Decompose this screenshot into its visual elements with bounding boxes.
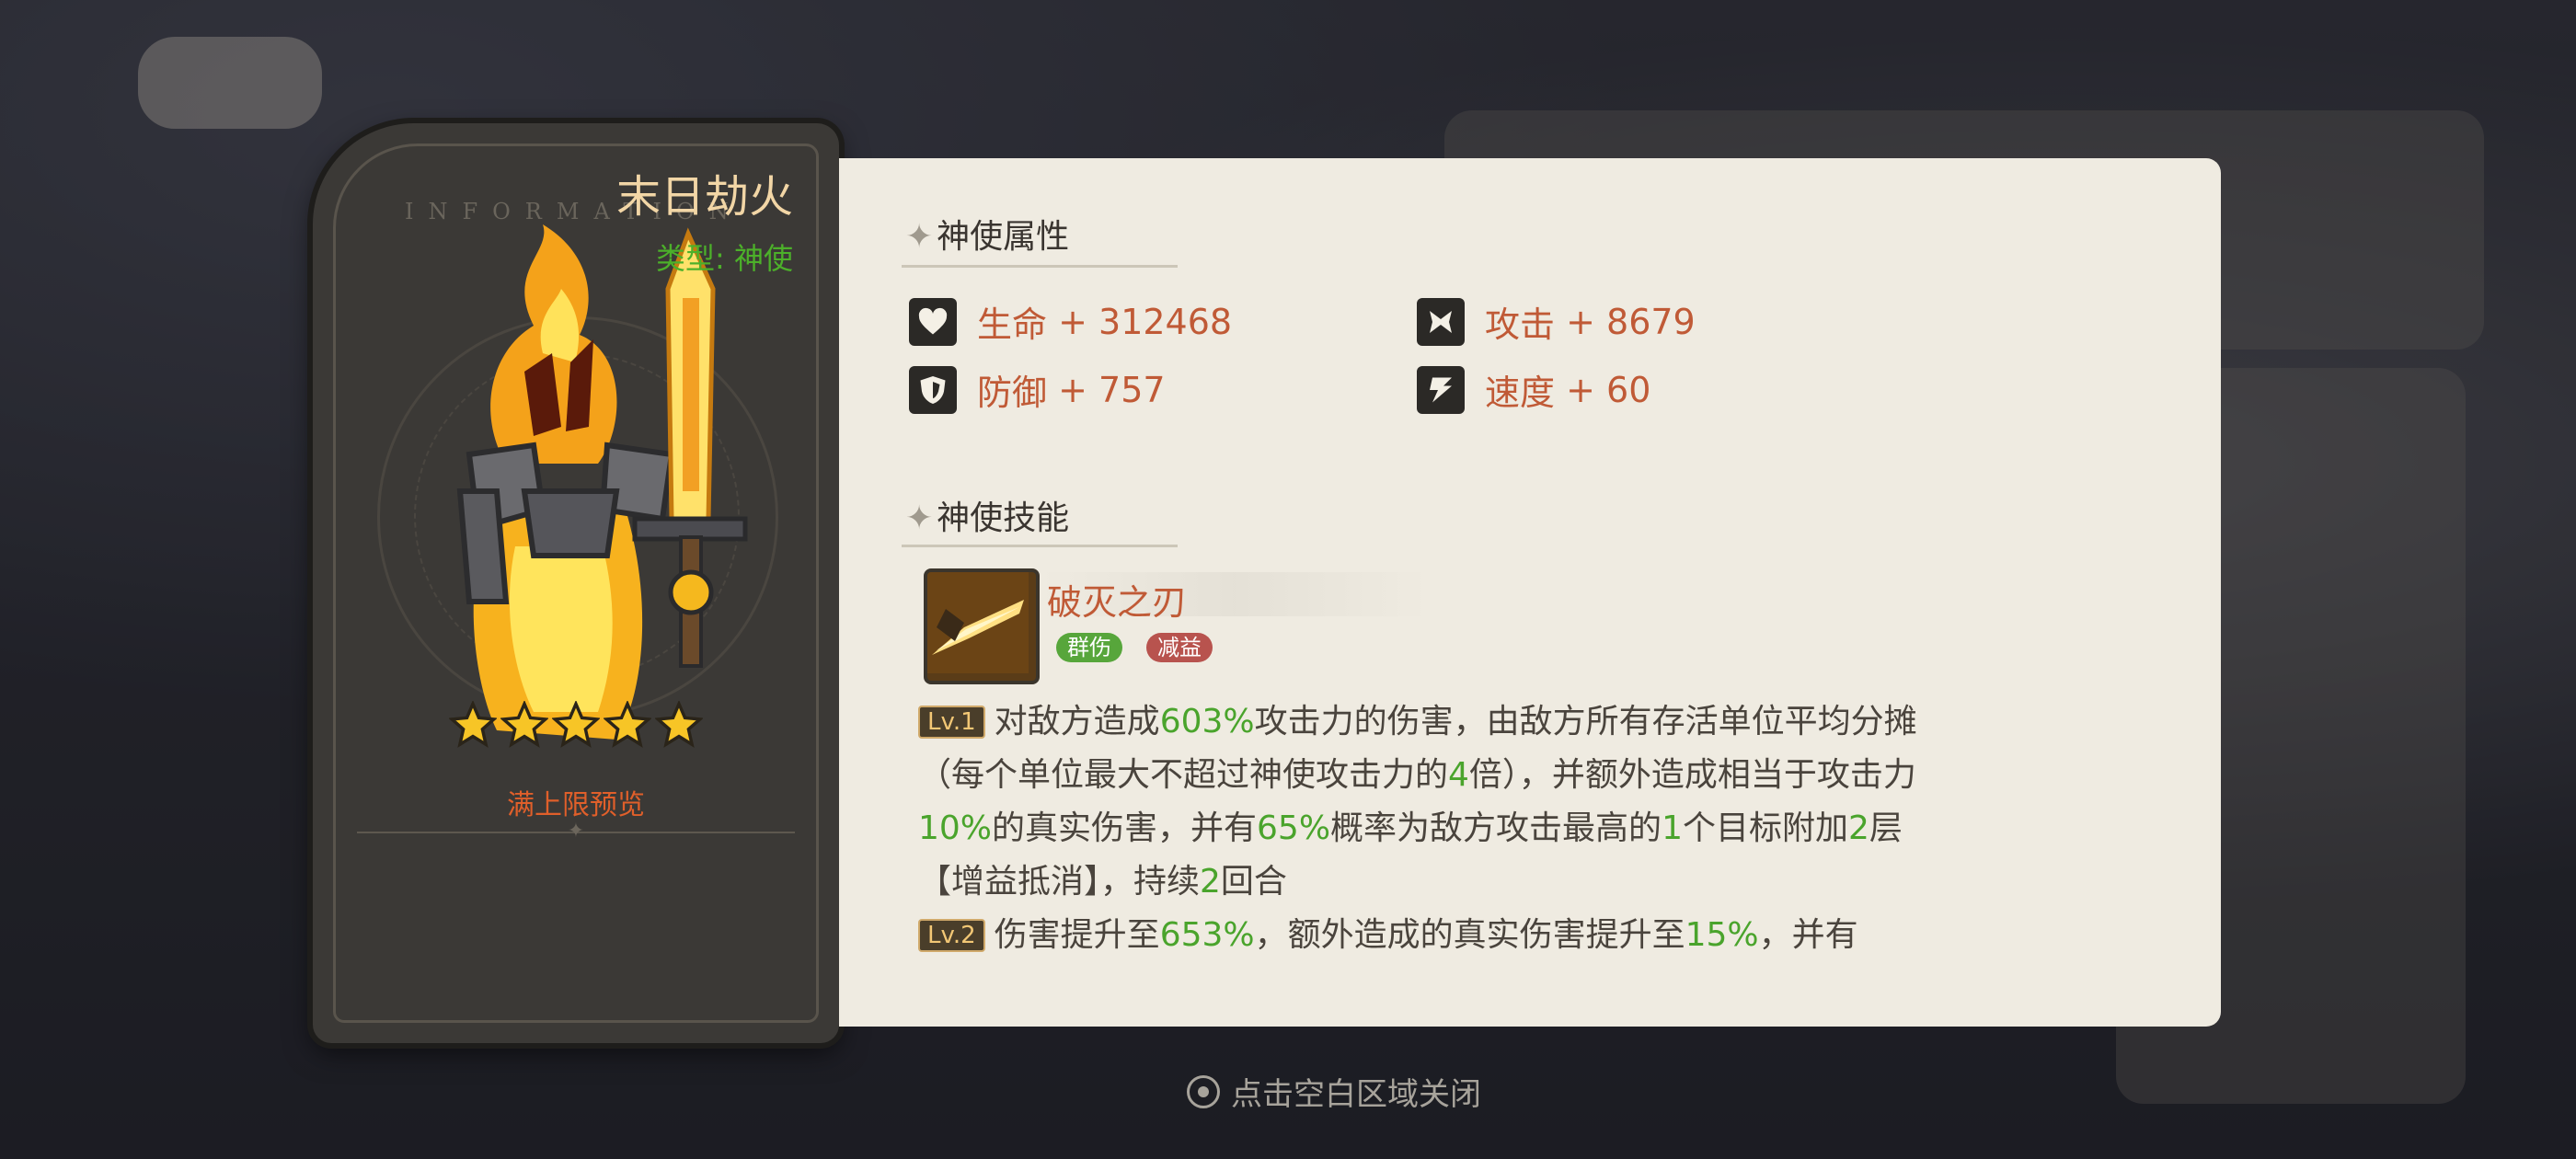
target-icon (1187, 1074, 1220, 1108)
stat-hp-value: + 312468 (1058, 301, 1233, 342)
stat-defense-value: + 757 (1058, 369, 1166, 410)
hero-name: 末日劫火 (615, 171, 793, 223)
sparkle-icon: ✦ (905, 218, 934, 256)
stat-hp-label: 生命 (977, 304, 1048, 345)
sparkle-icon: ✦ (905, 499, 934, 537)
hero-type: 类型: 神使 (656, 235, 793, 278)
star-icon (604, 701, 651, 748)
desc-value: 2 (1847, 809, 1869, 847)
desc-text: 个目标附加 (1682, 809, 1848, 847)
star-rating (449, 701, 703, 749)
desc-value: 653% (1159, 916, 1255, 954)
desc-text: 回合 (1220, 863, 1287, 901)
desc-value: 2 (1200, 863, 1221, 901)
attributes-title-underline (902, 265, 1178, 268)
skills-title-text: 神使技能 (937, 499, 1070, 537)
stat-speed-label: 速度 (1485, 373, 1556, 413)
star-icon (500, 701, 548, 748)
close-hint-text: 点击空白区域关闭 (1231, 1076, 1481, 1113)
skill-icon[interactable] (924, 568, 1040, 684)
level-badge: Lv.2 (918, 919, 985, 952)
desc-value: 4 (1448, 756, 1469, 794)
stat-speed-value: + 60 (1566, 369, 1651, 410)
desc-text: 概率为敌方攻击最高的 (1330, 809, 1662, 847)
hero-portrait (456, 224, 748, 740)
stat-attack-label: 攻击 (1485, 304, 1556, 345)
star-icon (655, 701, 703, 748)
level-badge: Lv.1 (918, 706, 985, 739)
desc-text: 倍），并额外造成相当于攻击力 (1468, 756, 1916, 794)
desc-value: 65% (1257, 809, 1331, 847)
desc-value: 15% (1685, 916, 1759, 954)
hero-card: INFORMATION 末日劫火 类型: 神使 满上限预览 ✦ (313, 123, 839, 1043)
desc-text: 对敌方造成 (994, 703, 1160, 740)
close-hint[interactable]: 点击空白区域关闭 (1187, 1069, 1481, 1114)
shield-icon (909, 365, 957, 414)
attributes-title: ✦ 神使属性 (905, 210, 1069, 258)
stat-attack-value: + 8679 (1566, 301, 1696, 342)
attributes-title-text: 神使属性 (937, 218, 1070, 256)
desc-text: ，额外造成的真实伤害提升至 (1254, 916, 1685, 954)
desc-text: 的真实伤害，并有 (992, 809, 1258, 847)
tag-aoe: 群伤 (1056, 633, 1122, 662)
desc-text: ，并有 (1758, 916, 1858, 954)
skill-description[interactable]: Lv.1 对敌方造成603%攻击力的伤害，由敌方所有存活单位平均分摊（每个单位最大… (918, 695, 1967, 962)
max-preview-label[interactable]: 满上限预览 (313, 782, 839, 822)
stat-speed: 速度 + 60 (1417, 364, 1650, 415)
stat-defense: 防御 + 757 (909, 364, 1166, 415)
info-panel: ✦ 神使属性 生命 + 312468 攻击 + 8679 防御 + 757 速度 … (839, 158, 2221, 1027)
desc-value: 10% (918, 809, 993, 847)
speed-icon (1417, 365, 1465, 414)
heart-icon (909, 297, 957, 346)
stat-hp: 生命 + 312468 (909, 296, 1232, 347)
stat-defense-label: 防御 (977, 373, 1048, 413)
stat-attack: 攻击 + 8679 (1417, 296, 1696, 347)
desc-text: 伤害提升至 (994, 916, 1160, 954)
star-icon (552, 701, 600, 748)
skill-level-2: Lv.2 伤害提升至653%，额外造成的真实伤害提升至15%，并有 (918, 909, 1967, 962)
axe-icon (1417, 297, 1465, 346)
desc-value: 1 (1662, 809, 1683, 847)
skill-level-1: Lv.1 对敌方造成603%攻击力的伤害，由敌方所有存活单位平均分摊（每个单位最大… (918, 695, 1967, 909)
skill-name: 破灭之刃 (1047, 582, 1188, 623)
sparkle-icon: ✦ (567, 820, 585, 843)
skills-title: ✦ 神使技能 (905, 491, 1069, 539)
hero-type-label: 类型: (656, 241, 725, 276)
star-icon (449, 701, 497, 748)
skills-title-underline (902, 545, 1178, 547)
hero-type-value: 神使 (733, 241, 793, 276)
card-divider: ✦ (357, 820, 795, 843)
desc-value: 603% (1159, 703, 1255, 740)
tag-debuff: 减益 (1146, 633, 1213, 662)
